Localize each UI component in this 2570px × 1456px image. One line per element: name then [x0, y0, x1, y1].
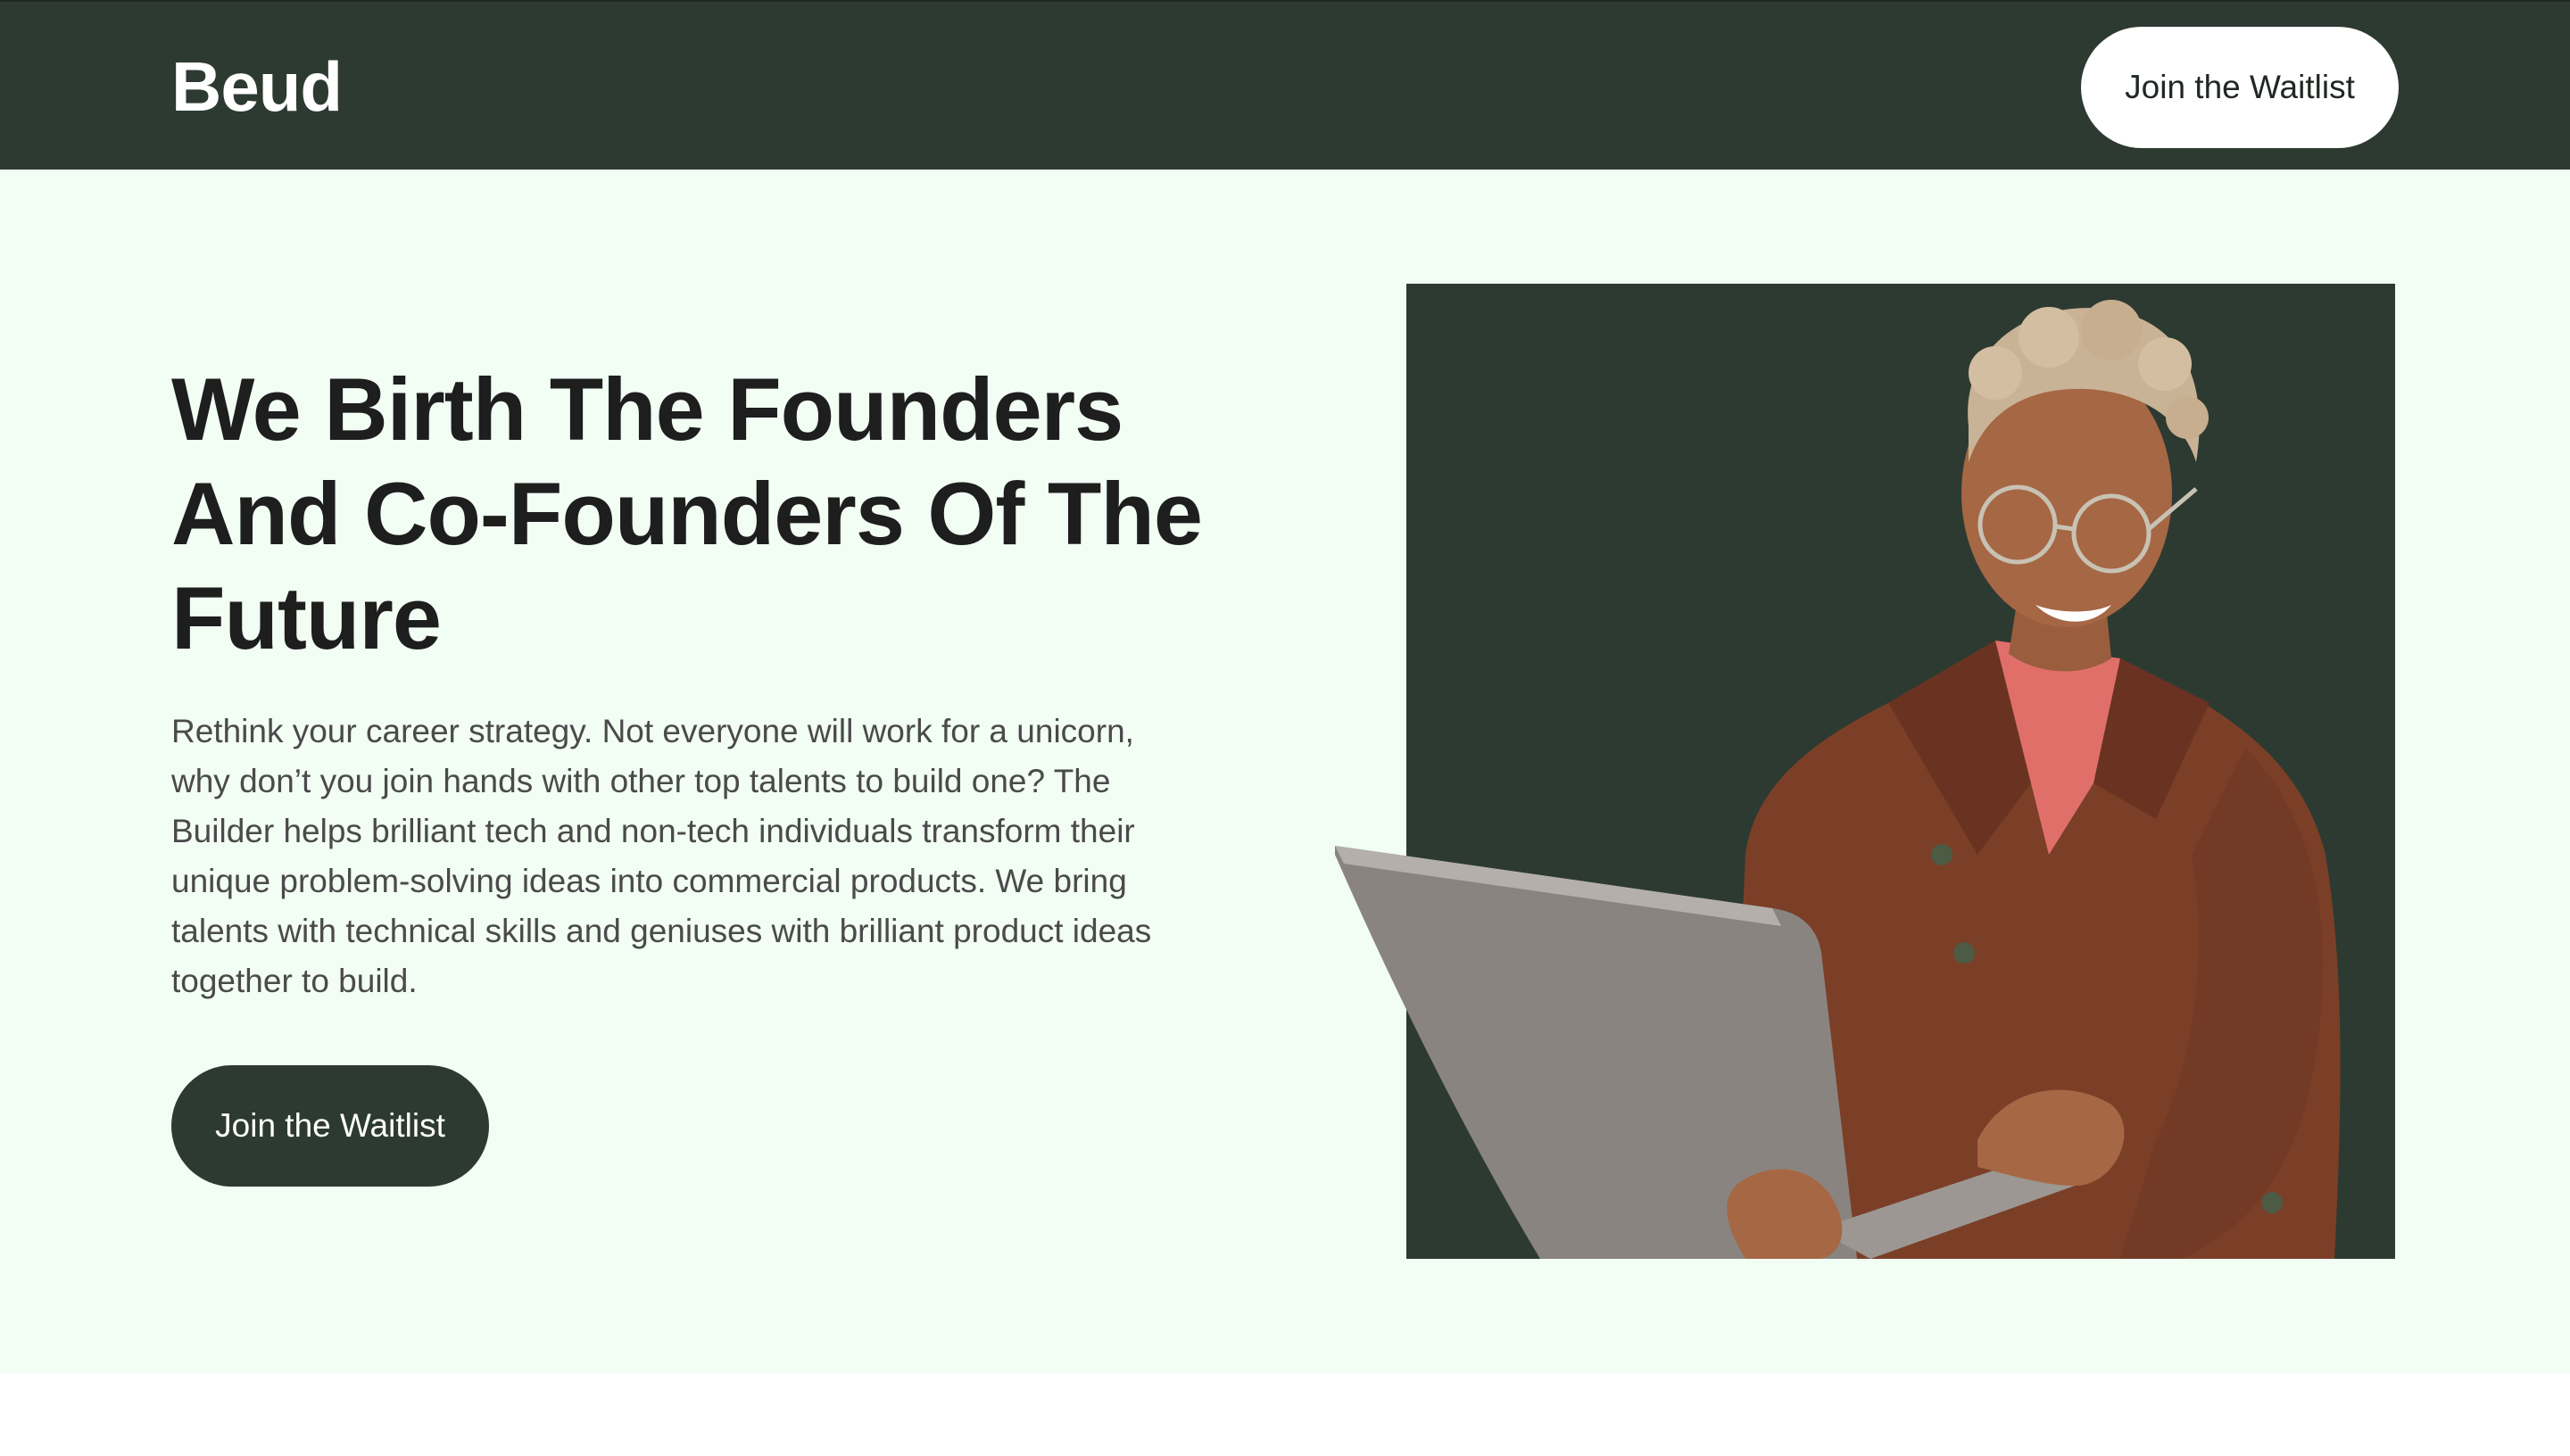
hero-photo-person-with-laptop: [1335, 284, 2395, 1259]
person-with-laptop-illustration: [1335, 300, 2341, 1259]
top-navigation-bar: Beud Join the Waitlist: [0, 0, 2570, 170]
header-join-waitlist-button[interactable]: Join the Waitlist: [2081, 27, 2399, 148]
brand-logo[interactable]: Beud: [171, 45, 343, 128]
hero-headline: We Birth The Founders And Co-Founders Of…: [171, 360, 1203, 667]
hero-section: We Birth The Founders And Co-Founders Of…: [0, 170, 2570, 1374]
hero-join-waitlist-button[interactable]: Join the Waitlist: [171, 1065, 489, 1187]
hero-description: Rethink your career strategy. Not everyo…: [171, 713, 1152, 999]
